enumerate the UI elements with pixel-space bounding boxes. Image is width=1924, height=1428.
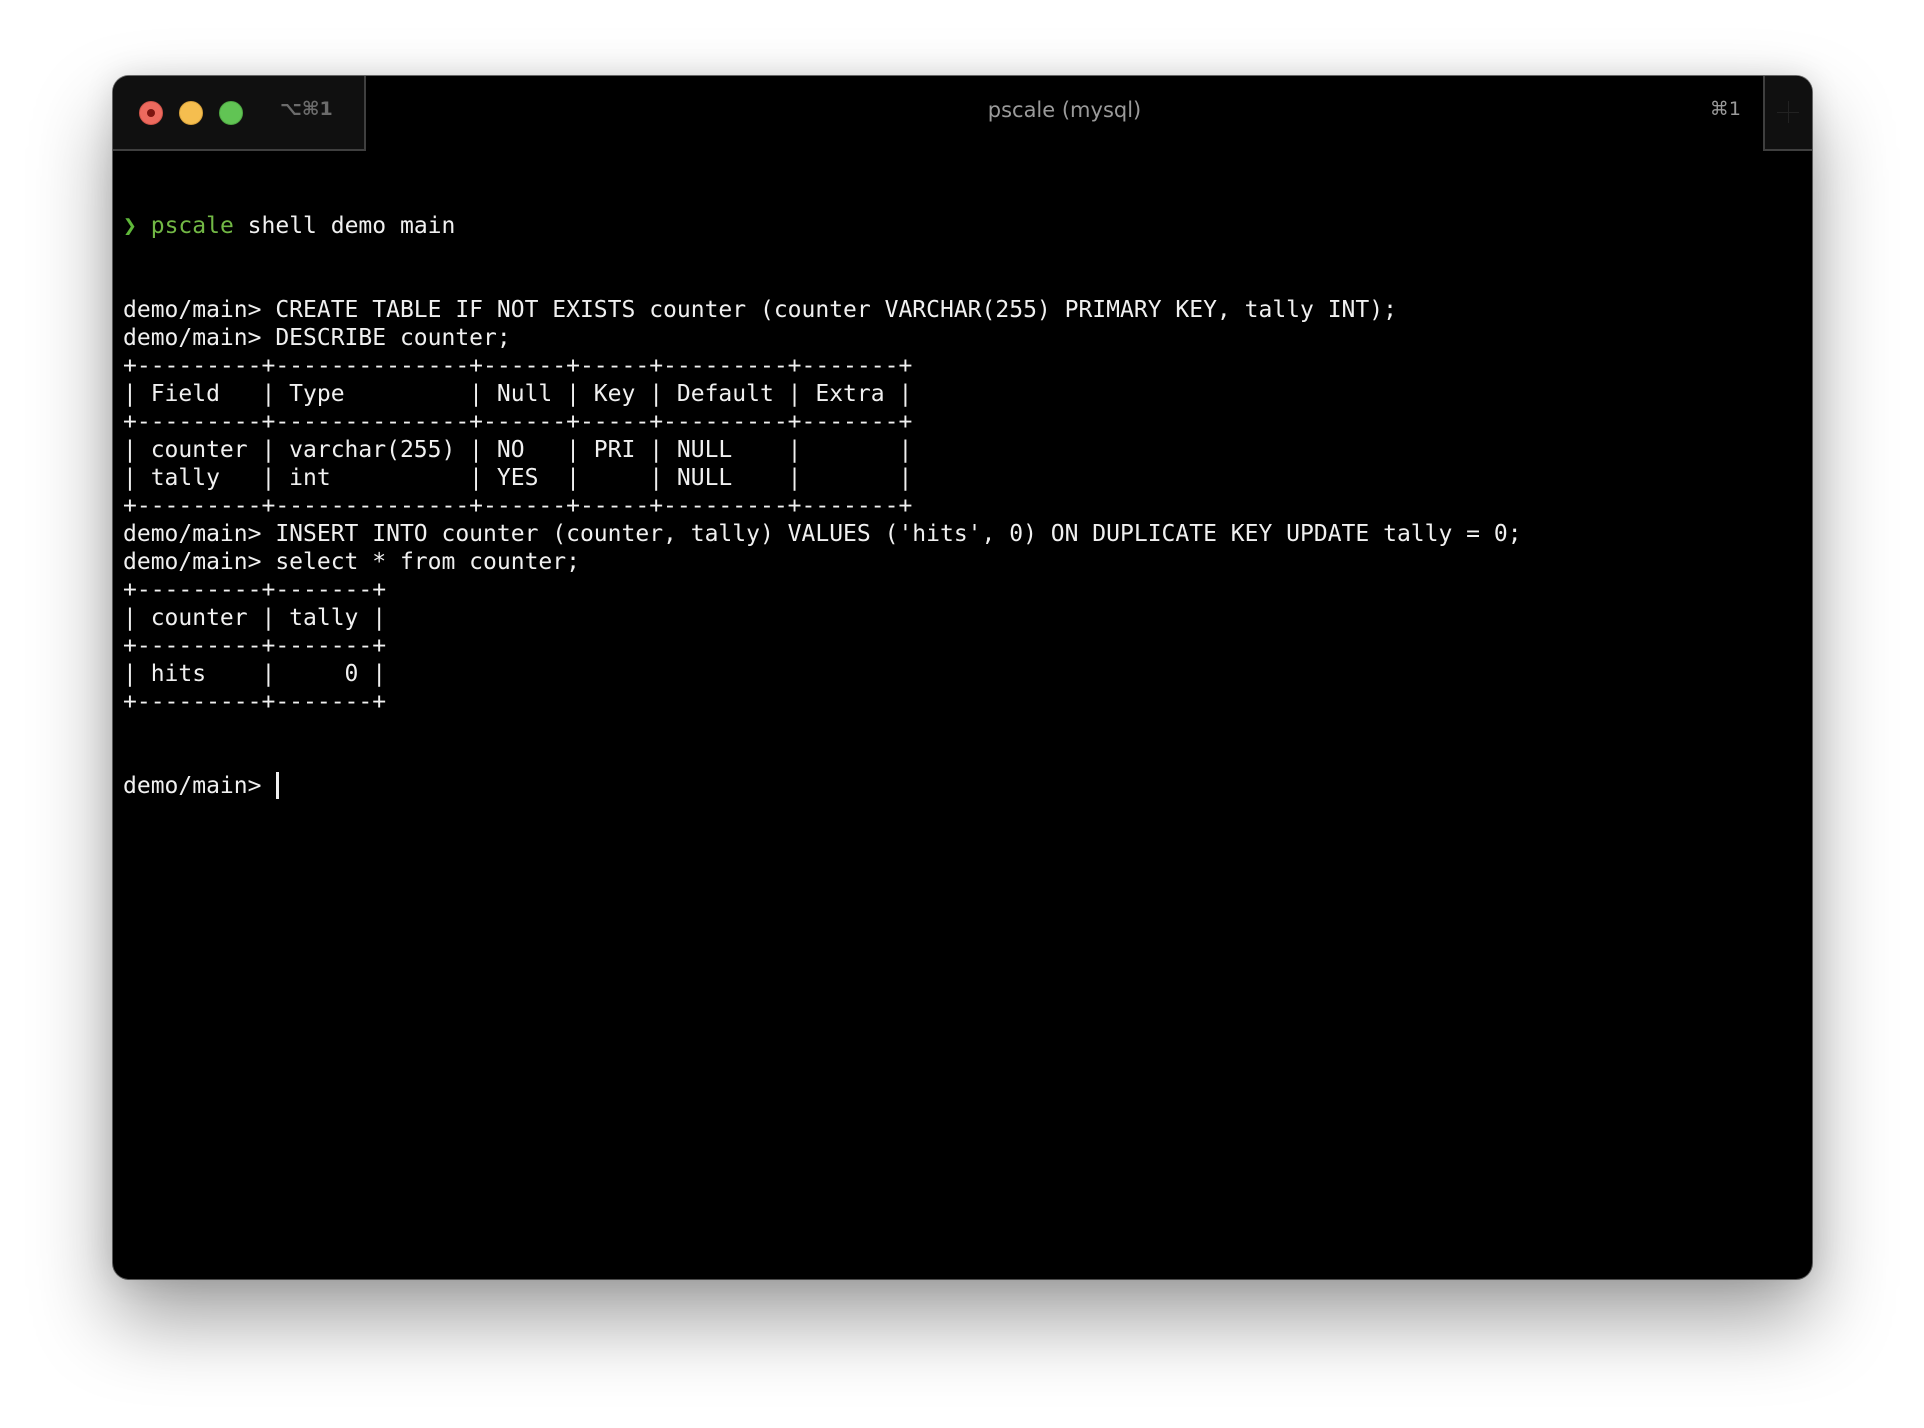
current-prompt-line[interactable]: demo/main> bbox=[123, 772, 1802, 800]
terminal-line: | hits | 0 | bbox=[123, 661, 387, 687]
terminal-output[interactable]: ❯ pscale shell demo main demo/main> CREA… bbox=[123, 156, 1802, 1279]
text-cursor bbox=[276, 772, 280, 799]
terminal-window: ⌥⌘1 pscale (mysql) ⌘1 ❯ pscale shell dem… bbox=[113, 76, 1812, 1279]
terminal-line: +---------+--------------+------+-----+-… bbox=[123, 409, 913, 435]
terminal-line: +---------+--------------+------+-----+-… bbox=[123, 353, 913, 379]
terminal-line: +---------+-------+ bbox=[123, 633, 387, 659]
maximize-button[interactable] bbox=[219, 101, 243, 125]
terminal-line: demo/main> CREATE TABLE IF NOT EXISTS co… bbox=[123, 297, 1397, 323]
plus-icon bbox=[1788, 101, 1789, 123]
terminal-line: demo/main> DESCRIBE counter; bbox=[123, 325, 511, 351]
new-tab-button[interactable] bbox=[1763, 76, 1812, 151]
tab-shortcut: ⌘1 bbox=[1709, 98, 1741, 120]
prompt-arrow-icon: ❯ bbox=[123, 213, 137, 239]
terminal-line: +---------+-------+ bbox=[123, 577, 387, 603]
terminal-line: | counter | tally | bbox=[123, 605, 387, 631]
close-icon bbox=[147, 109, 155, 117]
terminal-line: +---------+--------------+------+-----+-… bbox=[123, 493, 913, 519]
terminal-line: | tally | int | YES | | NULL | | bbox=[123, 465, 913, 491]
terminal-line: demo/main> select * from counter; bbox=[123, 549, 580, 575]
close-button[interactable] bbox=[139, 101, 163, 125]
output-lines: demo/main> CREATE TABLE IF NOT EXISTS co… bbox=[123, 296, 1802, 716]
command-name: pscale bbox=[150, 213, 234, 239]
title-bar: ⌥⌘1 pscale (mysql) ⌘1 bbox=[113, 76, 1812, 151]
tab-shortcut: ⌥⌘1 bbox=[280, 98, 333, 120]
terminal-line: | Field | Type | Null | Key | Default | … bbox=[123, 381, 913, 407]
minimize-button[interactable] bbox=[179, 101, 203, 125]
shell-command-line: ❯ pscale shell demo main bbox=[123, 212, 1802, 240]
terminal-line: demo/main> INSERT INTO counter (counter,… bbox=[123, 521, 1522, 547]
mysql-prompt: demo/main> bbox=[123, 773, 276, 799]
tab-inactive[interactable]: ⌥⌘1 bbox=[113, 76, 366, 151]
terminal-line: +---------+-------+ bbox=[123, 689, 387, 715]
terminal-line: | counter | varchar(255) | NO | PRI | NU… bbox=[123, 437, 913, 463]
tab-active[interactable]: pscale (mysql) ⌘1 bbox=[366, 76, 1763, 151]
command-args: shell demo main bbox=[233, 213, 456, 239]
window-title: pscale (mysql) bbox=[987, 98, 1142, 122]
